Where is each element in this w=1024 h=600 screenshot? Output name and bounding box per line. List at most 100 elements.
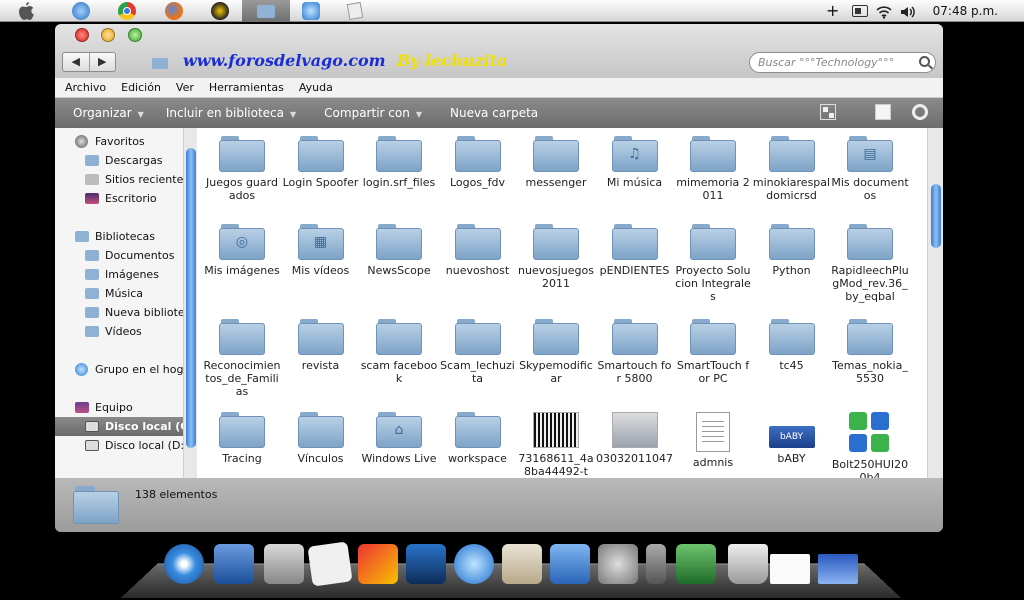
notes-icon[interactable] [346, 1, 364, 21]
include-library-button[interactable]: Incluir en biblioteca ▼ [166, 106, 296, 120]
file-item[interactable]: Login Spoofer [282, 136, 360, 189]
preview-pane-icon[interactable] [875, 104, 891, 120]
textedit-icon[interactable] [307, 541, 353, 587]
chrome-icon[interactable] [118, 2, 136, 20]
sidebar-item-musica[interactable]: Música [55, 284, 183, 303]
minimize-button[interactable] [101, 28, 115, 42]
search-icon[interactable] [919, 56, 930, 67]
file-item[interactable]: mimemoria 2011 [674, 136, 752, 202]
quicktime-icon[interactable] [454, 544, 494, 584]
file-item[interactable]: minokiarespaldomicrsd [753, 136, 831, 202]
close-button[interactable] [75, 28, 89, 42]
zoom-button[interactable] [128, 28, 142, 42]
finder-icon[interactable] [72, 2, 90, 20]
file-item[interactable]: Logos_fdv [439, 136, 517, 189]
pencil-icon[interactable] [358, 544, 398, 584]
sidebar-item-videos[interactable]: Vídeos [55, 322, 183, 341]
file-item[interactable]: ▦ Mis vídeos [282, 224, 360, 277]
new-folder-button[interactable]: Nueva carpeta [450, 106, 538, 120]
panel-icon[interactable] [852, 5, 868, 17]
file-item[interactable]: ◎ Mis imágenes [203, 224, 281, 277]
file-item[interactable]: scam facebook [360, 319, 438, 385]
add-icon[interactable]: + [826, 0, 839, 22]
safari-icon[interactable] [164, 544, 204, 584]
window-thumb-icon[interactable] [818, 554, 858, 584]
menu-edicion[interactable]: Edición [121, 78, 161, 97]
sidebar-item-imagenes[interactable]: Imágenes [55, 265, 183, 284]
view-icon[interactable] [820, 104, 836, 120]
menu-archivo[interactable]: Archivo [65, 78, 106, 97]
file-item[interactable]: ⌂ Windows Live [360, 412, 438, 465]
file-item[interactable]: Reconocimientos_de_Familias [203, 319, 281, 398]
file-item[interactable]: ♫ Mi música [596, 136, 674, 189]
menu-ayuda[interactable]: Ayuda [299, 78, 333, 97]
wifi-icon[interactable] [876, 4, 892, 19]
sidebar-homegroup[interactable]: Grupo en el hogar [55, 360, 183, 379]
content-scrollbar[interactable] [927, 128, 943, 478]
stack-icon[interactable] [646, 544, 666, 584]
file-item[interactable]: ▤ Mis documentos [831, 136, 909, 202]
location-folder-icon[interactable] [152, 58, 168, 69]
sidebar-item-documentos[interactable]: Documentos [55, 246, 183, 265]
window-thumb-icon[interactable] [770, 554, 810, 584]
menu-ver[interactable]: Ver [176, 78, 194, 97]
home-icon[interactable] [502, 544, 542, 584]
firefox-icon[interactable] [165, 2, 183, 20]
volume-icon[interactable] [900, 4, 916, 18]
sidebar-item-nueva-biblioteca[interactable]: Nueva biblioteca [55, 303, 183, 322]
file-item[interactable]: NewsScope [360, 224, 438, 277]
file-item[interactable]: RapidleechPlugMod_rev.36_by_eqbal [831, 224, 909, 303]
file-item[interactable]: Smartouch for 5800 [596, 319, 674, 385]
explorer-icon[interactable] [242, 0, 290, 22]
file-item[interactable]: pENDIENTES [596, 224, 674, 277]
file-item[interactable]: nuevosjuegos2011 [517, 224, 595, 290]
apple-icon[interactable] [18, 2, 34, 20]
file-item[interactable]: bABY bABY [753, 412, 831, 465]
file-item[interactable]: tc45 [753, 319, 831, 372]
file-item[interactable]: Scam_lechuzita [439, 319, 517, 385]
trash-icon[interactable] [728, 544, 768, 584]
system-preferences-icon[interactable] [598, 544, 638, 584]
sidebar-equipo[interactable]: Equipo [55, 398, 183, 417]
sidebar-item-recientes[interactable]: Sitios recientes [55, 170, 183, 189]
file-item[interactable]: login.srf_files [360, 136, 438, 189]
sidebar-item-descargas[interactable]: Descargas [55, 151, 183, 170]
menu-herramientas[interactable]: Herramientas [209, 78, 284, 97]
file-item[interactable]: Vínculos [282, 412, 360, 465]
sidebar-item-disco-d[interactable]: Disco local (D:) [55, 436, 183, 455]
file-item[interactable]: Juegos guardados [203, 136, 281, 202]
file-item[interactable]: messenger [517, 136, 595, 189]
sidebar-bibliotecas[interactable]: Bibliotecas [55, 227, 183, 246]
file-item[interactable]: Proyecto Solucion Integrales [674, 224, 752, 303]
sidebar-item-disco-c[interactable]: Disco local (C:) [55, 417, 183, 436]
file-item[interactable]: Bolt250HUI200b4 [831, 412, 909, 478]
sidebar-favorites[interactable]: Favoritos [55, 132, 183, 151]
mail-icon[interactable] [214, 544, 254, 584]
file-item[interactable]: workspace [439, 412, 517, 465]
share-button[interactable]: Compartir con ▼ [324, 106, 422, 120]
help-icon[interactable] [912, 104, 928, 120]
sidebar-scrollbar[interactable] [183, 128, 197, 478]
media-icon[interactable] [406, 544, 446, 584]
file-item[interactable]: Temas_nokia_5530 [831, 319, 909, 385]
file-item[interactable]: revista [282, 319, 360, 372]
sidebar-scroll-thumb[interactable] [186, 148, 196, 448]
forward-button[interactable]: ▶ [88, 53, 116, 71]
organize-button[interactable]: Organizar ▼ [73, 106, 144, 120]
file-item[interactable]: Skypemodificar [517, 319, 595, 385]
sidebar-item-escritorio[interactable]: Escritorio [55, 189, 183, 208]
file-item[interactable]: Python [753, 224, 831, 277]
vlc-icon[interactable] [211, 2, 229, 20]
file-item[interactable]: Tracing [203, 412, 281, 465]
file-item[interactable]: admnis [674, 412, 752, 469]
calculator-icon[interactable] [264, 544, 304, 584]
search-input[interactable]: Buscar °°°Technology°°° [749, 52, 936, 73]
photo-icon[interactable] [676, 544, 716, 584]
ie-icon[interactable] [302, 2, 320, 20]
clock[interactable]: 07:48 p.m. [933, 0, 998, 22]
content-scroll-thumb[interactable] [931, 184, 941, 248]
file-item[interactable]: 73168611_4a8ba44492-t [517, 412, 595, 478]
file-item[interactable]: nuevoshost [439, 224, 517, 277]
file-item[interactable]: 03032011047 [596, 412, 674, 465]
display-icon[interactable] [550, 544, 590, 584]
